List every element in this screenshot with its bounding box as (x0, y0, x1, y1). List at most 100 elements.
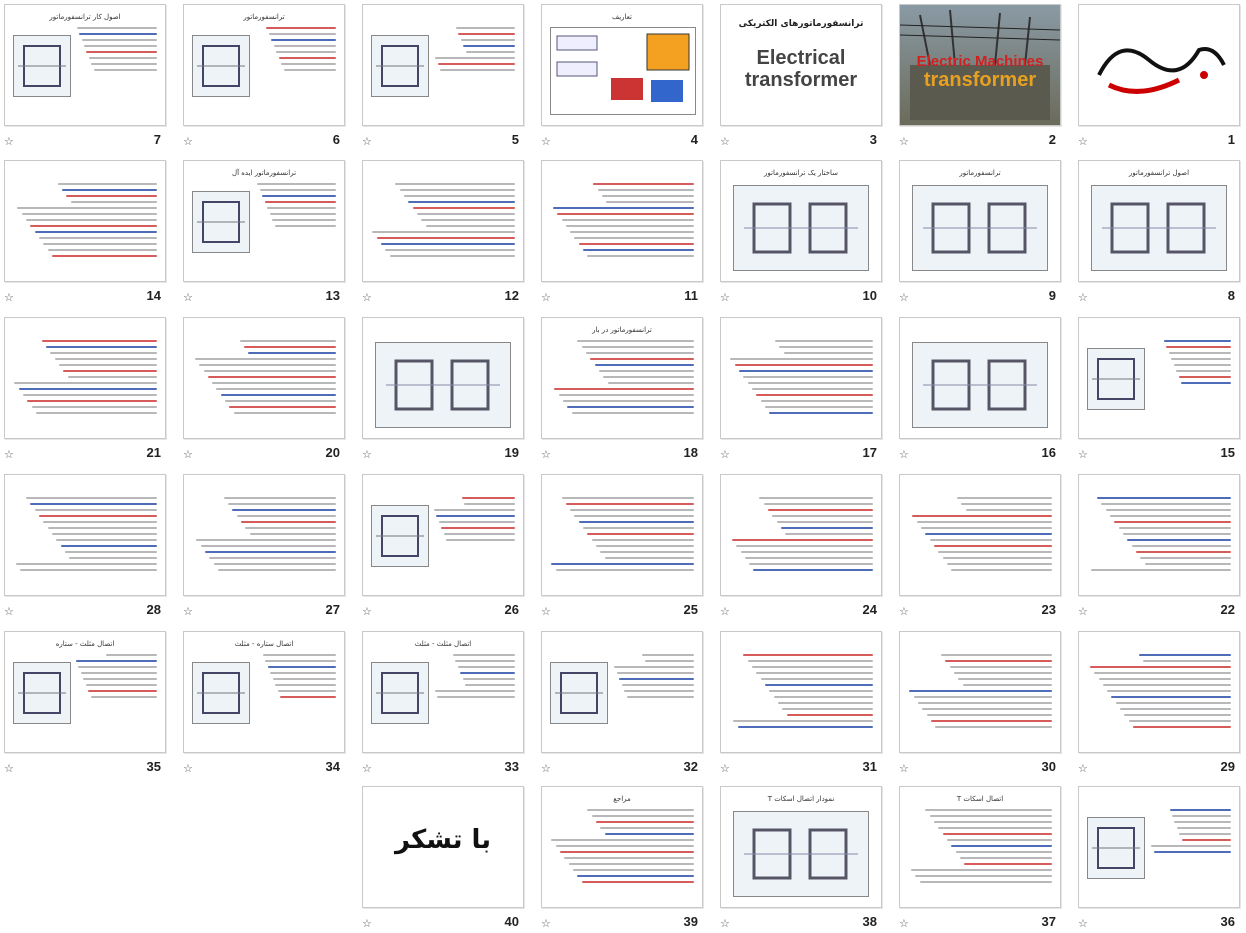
slide-thumbnail[interactable] (362, 160, 524, 282)
slide-thumbnail-cell[interactable]: تعاریف ☆ 4 (538, 1, 718, 151)
slide-thumbnail-cell[interactable]: ☆ 22 (1075, 471, 1246, 621)
slide-thumbnail[interactable]: اتصال اسکات T (899, 786, 1061, 908)
slide-thumbnail-cell[interactable]: با تشکر ☆ 40 (359, 783, 539, 933)
slide-thumbnail[interactable] (541, 631, 703, 753)
slide-thumbnail[interactable] (899, 317, 1061, 439)
slide-thumbnail-cell[interactable]: ☆ 14 (1, 157, 181, 307)
star-icon[interactable]: ☆ (899, 606, 911, 618)
slide-thumbnail[interactable] (183, 474, 345, 596)
slide-thumbnail-cell[interactable]: اتصال ستاره - مثلث ☆ 34 (180, 628, 360, 778)
slide-thumbnail-cell[interactable]: ☆ 11 (538, 157, 718, 307)
star-icon[interactable]: ☆ (541, 918, 553, 930)
star-icon[interactable]: ☆ (541, 292, 553, 304)
star-icon[interactable]: ☆ (899, 449, 911, 461)
slide-thumbnail-cell[interactable]: ☆ 28 (1, 471, 181, 621)
slide-thumbnail-cell[interactable]: ☆ 25 (538, 471, 718, 621)
slide-thumbnail[interactable] (541, 474, 703, 596)
slide-thumbnail[interactable]: اتصال مثلث - ستاره (4, 631, 166, 753)
slide-thumbnail-cell[interactable]: ☆ 29 (1075, 628, 1246, 778)
star-icon[interactable]: ☆ (720, 606, 732, 618)
slide-thumbnail[interactable] (899, 631, 1061, 753)
slide-thumbnail[interactable]: Electric Machines transformer (899, 4, 1061, 126)
star-icon[interactable]: ☆ (4, 763, 16, 775)
slide-thumbnail-cell[interactable]: اتصال مثلث - مثلث ☆ 33 (359, 628, 539, 778)
slide-thumbnail[interactable]: اصول ترانسفورماتور (1078, 160, 1240, 282)
star-icon[interactable]: ☆ (720, 292, 732, 304)
slide-thumbnail-cell[interactable]: ☆ 1 (1075, 1, 1246, 151)
slide-thumbnail[interactable] (183, 317, 345, 439)
slide-thumbnail-cell[interactable]: مراجع ☆ 39 (538, 783, 718, 933)
star-icon[interactable]: ☆ (720, 763, 732, 775)
star-icon[interactable]: ☆ (1078, 918, 1090, 930)
slide-thumbnail[interactable] (720, 474, 882, 596)
slide-thumbnail-cell[interactable]: Electric Machines transformer ☆ 2 (896, 1, 1076, 151)
star-icon[interactable]: ☆ (899, 292, 911, 304)
star-icon[interactable]: ☆ (1078, 136, 1090, 148)
slide-thumbnail[interactable] (362, 4, 524, 126)
slide-thumbnail[interactable] (541, 160, 703, 282)
star-icon[interactable]: ☆ (362, 292, 374, 304)
slide-thumbnail-cell[interactable]: ترانسفورماتور ☆ 9 (896, 157, 1076, 307)
slide-thumbnail-cell[interactable]: ☆ 19 (359, 314, 539, 464)
slide-thumbnail[interactable]: ترانسفورماتور ایده آل (183, 160, 345, 282)
star-icon[interactable]: ☆ (4, 136, 16, 148)
star-icon[interactable]: ☆ (1078, 449, 1090, 461)
star-icon[interactable]: ☆ (1078, 763, 1090, 775)
star-icon[interactable]: ☆ (362, 449, 374, 461)
slide-thumbnail-cell[interactable]: ☆ 16 (896, 314, 1076, 464)
star-icon[interactable]: ☆ (541, 763, 553, 775)
star-icon[interactable]: ☆ (183, 449, 195, 461)
slide-thumbnail-cell[interactable]: ☆ 31 (717, 628, 897, 778)
star-icon[interactable]: ☆ (362, 763, 374, 775)
star-icon[interactable]: ☆ (4, 449, 16, 461)
star-icon[interactable]: ☆ (899, 918, 911, 930)
star-icon[interactable]: ☆ (541, 449, 553, 461)
star-icon[interactable]: ☆ (720, 136, 732, 148)
slide-thumbnail-cell[interactable]: اصول ترانسفورماتور ☆ 8 (1075, 157, 1246, 307)
slide-thumbnail-cell[interactable]: اتصال اسکات T ☆ 37 (896, 783, 1076, 933)
slide-thumbnail[interactable] (1078, 317, 1240, 439)
slide-thumbnail[interactable] (4, 160, 166, 282)
slide-thumbnail[interactable] (1078, 786, 1240, 908)
star-icon[interactable]: ☆ (183, 606, 195, 618)
slide-thumbnail[interactable] (720, 317, 882, 439)
slide-thumbnail-cell[interactable]: ☆ 5 (359, 1, 539, 151)
slide-thumbnail-cell[interactable]: ترانسفورماتورهای الکتریکی Electrical tran… (717, 1, 897, 151)
star-icon[interactable]: ☆ (899, 136, 911, 148)
slide-thumbnail[interactable] (4, 317, 166, 439)
slide-thumbnail-cell[interactable]: ☆ 36 (1075, 783, 1246, 933)
star-icon[interactable]: ☆ (4, 292, 16, 304)
slide-thumbnail[interactable] (1078, 474, 1240, 596)
slide-thumbnail[interactable] (4, 474, 166, 596)
slide-thumbnail[interactable]: ساختار یک ترانسفورماتور (720, 160, 882, 282)
star-icon[interactable]: ☆ (362, 918, 374, 930)
slide-thumbnail-cell[interactable]: ترانسفورماتور ایده آل ☆ 13 (180, 157, 360, 307)
slide-thumbnail-cell[interactable]: ☆ 21 (1, 314, 181, 464)
star-icon[interactable]: ☆ (183, 763, 195, 775)
slide-thumbnail[interactable] (899, 474, 1061, 596)
slide-thumbnail[interactable] (1078, 4, 1240, 126)
star-icon[interactable]: ☆ (183, 292, 195, 304)
slide-thumbnail-cell[interactable]: ☆ 17 (717, 314, 897, 464)
star-icon[interactable]: ☆ (362, 606, 374, 618)
slide-thumbnail-cell[interactable]: ☆ 30 (896, 628, 1076, 778)
slide-thumbnail-cell[interactable]: اصول کار ترانسفورماتور ☆ 7 (1, 1, 181, 151)
slide-thumbnail[interactable]: مراجع (541, 786, 703, 908)
slide-thumbnail[interactable]: ترانسفورماتورهای الکتریکی Electrical tran… (720, 4, 882, 126)
slide-thumbnail[interactable] (1078, 631, 1240, 753)
slide-thumbnail-cell[interactable]: ☆ 24 (717, 471, 897, 621)
slide-thumbnail[interactable]: اتصال ستاره - مثلث (183, 631, 345, 753)
slide-thumbnail-cell[interactable]: ☆ 26 (359, 471, 539, 621)
slide-thumbnail[interactable] (362, 317, 524, 439)
slide-thumbnail-cell[interactable]: ☆ 20 (180, 314, 360, 464)
slide-thumbnail[interactable]: اتصال مثلث - مثلث (362, 631, 524, 753)
slide-thumbnail-cell[interactable]: ☆ 27 (180, 471, 360, 621)
slide-thumbnail-cell[interactable]: اتصال مثلث - ستاره ☆ 35 (1, 628, 181, 778)
slide-thumbnail-cell[interactable]: ساختار یک ترانسفورماتور ☆ 10 (717, 157, 897, 307)
star-icon[interactable]: ☆ (720, 918, 732, 930)
slide-thumbnail-cell[interactable]: ترانسفورماتور ☆ 6 (180, 1, 360, 151)
star-icon[interactable]: ☆ (4, 606, 16, 618)
star-icon[interactable]: ☆ (899, 763, 911, 775)
slide-thumbnail[interactable] (720, 631, 882, 753)
star-icon[interactable]: ☆ (541, 606, 553, 618)
